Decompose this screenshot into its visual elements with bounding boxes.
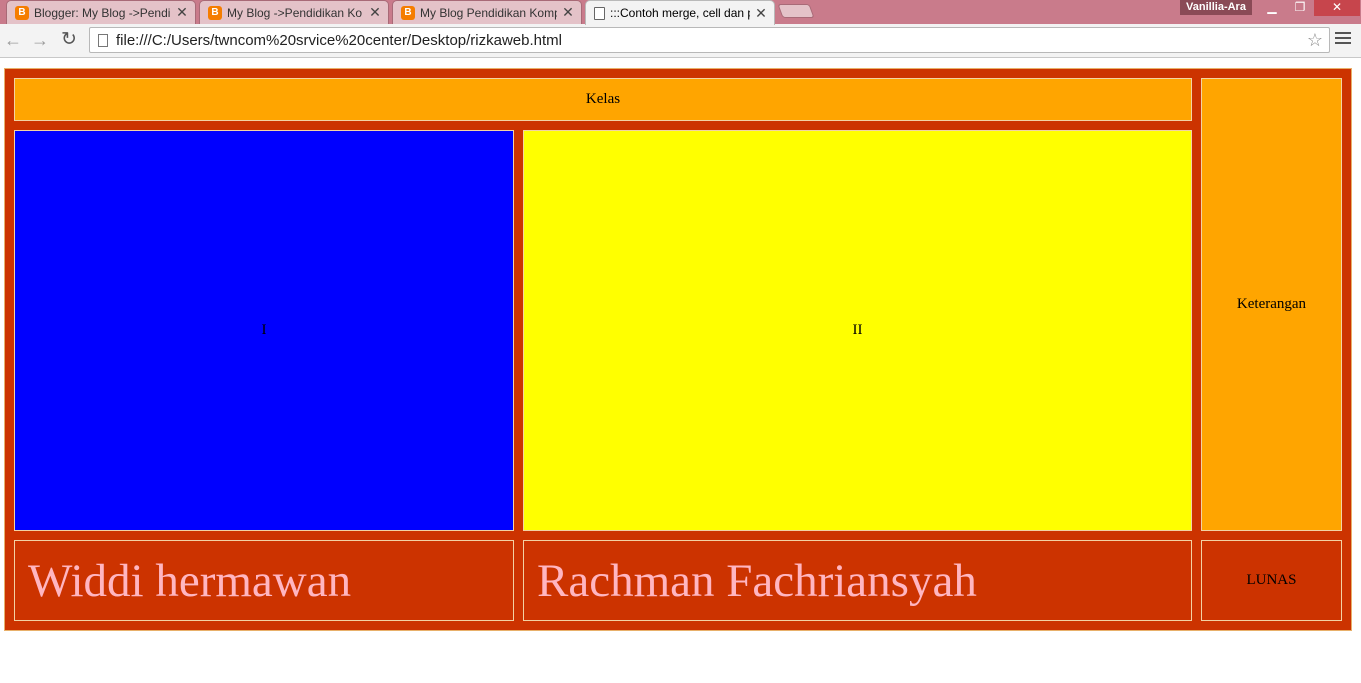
profile-name[interactable]: Vanillia-Ara bbox=[1180, 0, 1252, 15]
close-icon[interactable]: ✕ bbox=[754, 5, 768, 22]
cell-class-i: I bbox=[14, 130, 514, 531]
cell-kelas: Kelas bbox=[14, 78, 1192, 121]
cell-keterangan-text: Keterangan bbox=[1236, 296, 1307, 312]
forward-icon[interactable]: → bbox=[29, 29, 51, 51]
close-icon[interactable]: ✕ bbox=[561, 4, 575, 21]
reload-icon[interactable]: ↻ bbox=[58, 29, 80, 51]
page-icon bbox=[594, 6, 605, 20]
cell-class-ii: II bbox=[523, 130, 1192, 531]
name-rachman: Rachman Fachriansyah bbox=[537, 554, 977, 607]
back-icon[interactable]: ← bbox=[2, 29, 24, 51]
cell-name-rachman: Rachman Fachriansyah bbox=[523, 540, 1192, 621]
name-widdi: Widdi hermawan bbox=[28, 554, 352, 607]
tab-title: My Blog ->Pendidikan Ko bbox=[227, 5, 363, 20]
cell-kelas-text: Kelas bbox=[585, 91, 621, 107]
url-text[interactable]: file:///C:/Users/twncom%20srvice%20cente… bbox=[116, 32, 1307, 49]
cell-class-i-text: I bbox=[261, 322, 267, 338]
minimize-icon[interactable]: ▁ bbox=[1258, 0, 1286, 16]
tab-my-blog-pendidikan[interactable]: B My Blog ->Pendidikan Ko ✕ bbox=[199, 0, 389, 24]
cell-class-ii-text: II bbox=[852, 322, 863, 338]
tab-title: :::Contoh merge, cell dan p bbox=[610, 6, 750, 20]
tab-strip: B Blogger: My Blog ->Pendi ✕ B My Blog -… bbox=[0, 0, 1361, 25]
merged-table: Kelas Keterangan I II Widdi hermawan Rac… bbox=[4, 68, 1352, 631]
tab-title: My Blog Pendidikan Komp bbox=[420, 5, 557, 20]
restore-icon[interactable]: ❐ bbox=[1286, 0, 1314, 16]
blogger-icon: B bbox=[401, 5, 415, 20]
bookmark-star-icon[interactable]: ☆ bbox=[1307, 30, 1323, 51]
cell-keterangan: Keterangan bbox=[1201, 78, 1342, 531]
window-close-icon[interactable]: ✕ bbox=[1314, 0, 1360, 16]
tab-blogger-dashboard[interactable]: B Blogger: My Blog ->Pendi ✕ bbox=[6, 0, 196, 24]
close-icon[interactable]: ✕ bbox=[368, 4, 382, 21]
page-icon bbox=[98, 33, 108, 47]
address-bar[interactable]: file:///C:/Users/twncom%20srvice%20cente… bbox=[89, 27, 1330, 53]
new-tab-button[interactable] bbox=[777, 4, 815, 18]
page-viewport: Kelas Keterangan I II Widdi hermawan Rac… bbox=[0, 59, 1361, 683]
tab-contoh-merge[interactable]: :::Contoh merge, cell dan p ✕ bbox=[585, 0, 775, 25]
close-icon[interactable]: ✕ bbox=[175, 4, 189, 21]
tab-my-blog-komputer[interactable]: B My Blog Pendidikan Komp ✕ bbox=[392, 0, 582, 24]
cell-name-widdi: Widdi hermawan bbox=[14, 540, 514, 621]
tab-title: Blogger: My Blog ->Pendi bbox=[34, 5, 171, 20]
blogger-icon: B bbox=[15, 5, 29, 20]
menu-icon[interactable] bbox=[1335, 32, 1351, 48]
cell-lunas: LUNAS bbox=[1201, 540, 1342, 621]
status-lunas: LUNAS bbox=[1246, 572, 1297, 588]
blogger-icon: B bbox=[208, 5, 222, 20]
browser-toolbar: ← → ↻ file:///C:/Users/twncom%20srvice%2… bbox=[0, 24, 1361, 58]
